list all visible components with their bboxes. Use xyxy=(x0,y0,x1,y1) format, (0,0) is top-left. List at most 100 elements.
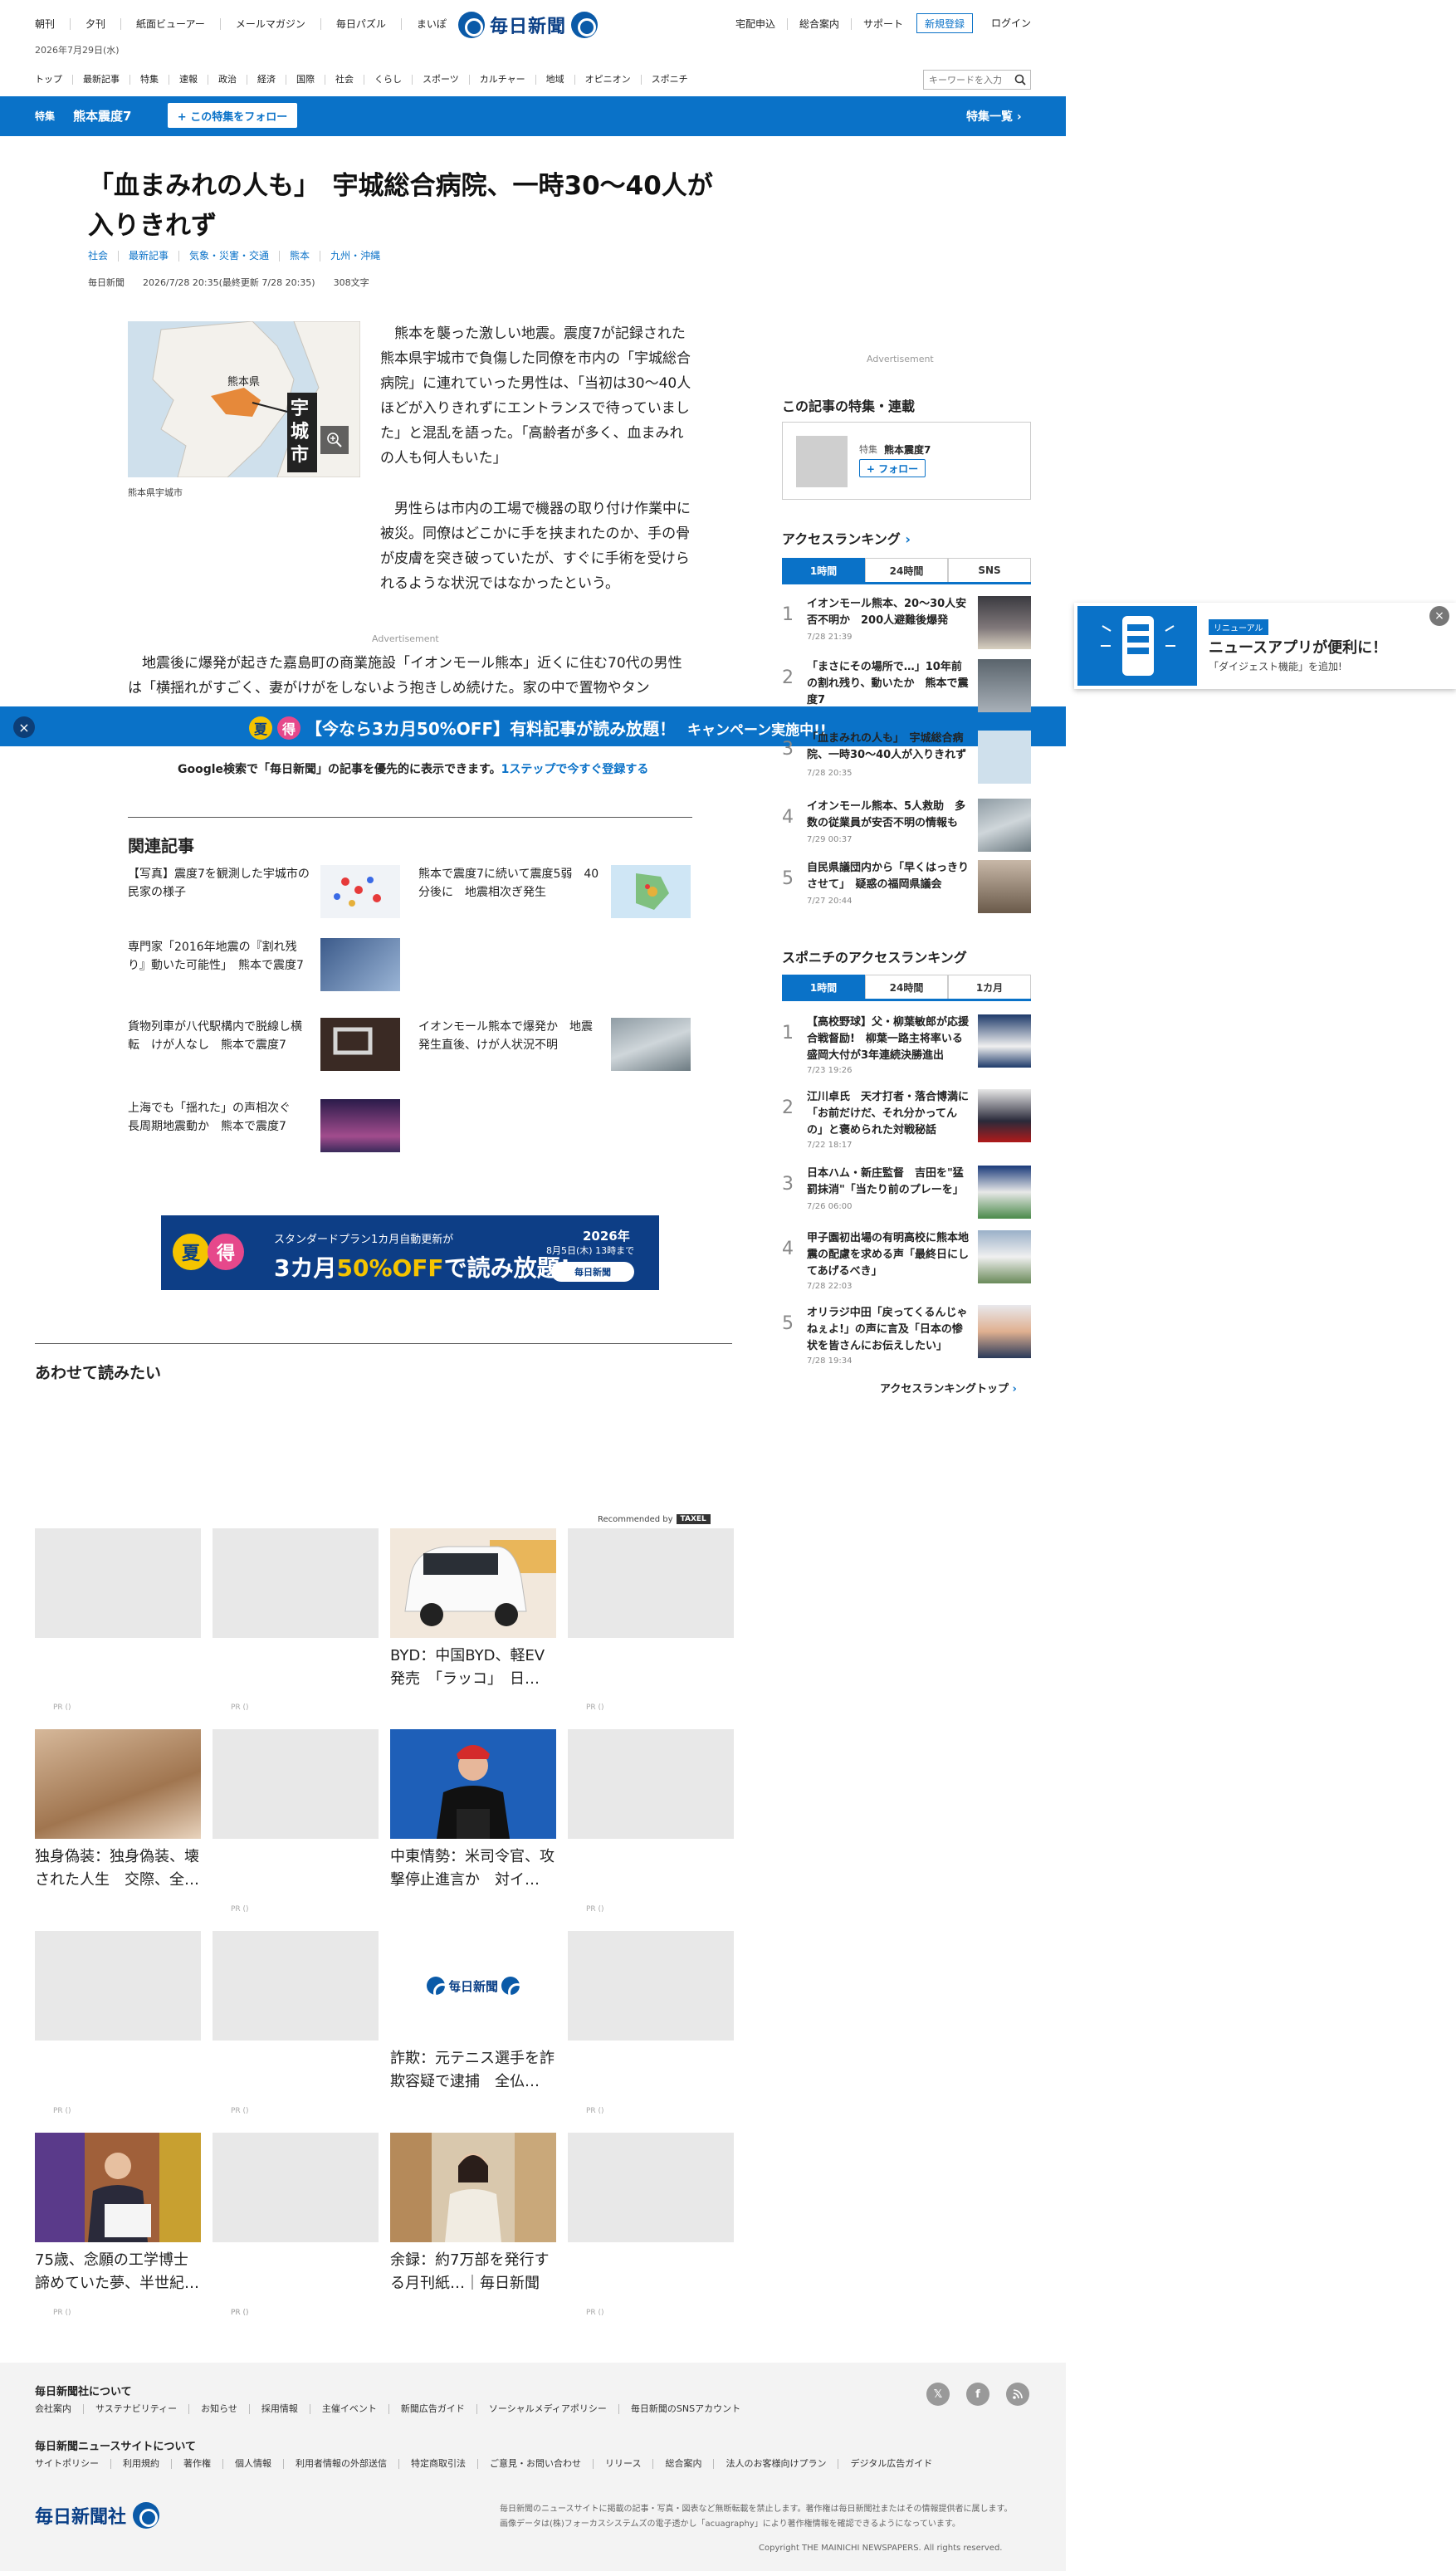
link-sogo[interactable]: 総合案内 xyxy=(787,18,851,30)
recommend-card[interactable]: 中東情勢：米司令官、攻撃停止進言か 対イ… xyxy=(390,1729,556,1892)
tab-sponichi-24h[interactable]: 24時間 xyxy=(865,975,948,999)
recommend-card[interactable] xyxy=(213,1729,379,1839)
nav-opinion[interactable]: オピニオン xyxy=(574,75,641,85)
recommend-card[interactable]: 毎日新聞 詐欺：元テニス選手を詐欺容疑で逮捕 全仏… xyxy=(390,1931,556,2094)
zoom-icon[interactable] xyxy=(320,426,349,454)
nav-top[interactable]: トップ xyxy=(35,75,72,85)
footer-link[interactable]: 新聞広告ガイド xyxy=(388,2404,476,2414)
footer-link[interactable]: 利用規約 xyxy=(110,2459,171,2469)
nav-international[interactable]: 国際 xyxy=(286,75,325,85)
footer-link[interactable]: 利用者情報の外部送信 xyxy=(283,2459,398,2469)
related-item[interactable]: 【写真】震度7を観測した宇城市の民家の様子 xyxy=(128,865,402,920)
recommend-card[interactable] xyxy=(213,1931,379,2041)
nav-breaking[interactable]: 速報 xyxy=(169,75,208,85)
related-item[interactable]: 専門家「2016年地震の『割れ残り』動いた可能性」 熊本で震度7 xyxy=(128,938,402,993)
feature-box-title[interactable]: 熊本震度7 xyxy=(884,442,931,457)
follow-feature-button[interactable]: + この特集をフォロー xyxy=(168,103,297,128)
footer-link[interactable]: サイトポリシー xyxy=(35,2459,110,2469)
recommend-card[interactable] xyxy=(568,1528,734,1638)
recommend-card[interactable]: 独身偽装：独身偽装、壊された人生 交際、全… xyxy=(35,1729,201,1892)
rss-icon[interactable] xyxy=(1006,2383,1029,2406)
x-icon[interactable]: 𝕏 xyxy=(926,2383,950,2406)
recommend-card[interactable]: BYD：中国BYD、軽EV発売 「ラッコ」 日… xyxy=(390,1528,556,1691)
recommend-card[interactable] xyxy=(568,1729,734,1839)
nav-sports[interactable]: スポーツ xyxy=(412,75,469,85)
top-link-viewer[interactable]: 紙面ビューアー xyxy=(120,18,220,30)
ranking-heading[interactable]: アクセスランキング › xyxy=(782,528,911,548)
related-item[interactable]: イオンモール熊本で爆発か 地震発生直後、けが人状況不明 xyxy=(418,1018,692,1073)
map-figure[interactable]: 熊本県 宇城市 xyxy=(128,321,360,477)
footer-link[interactable]: リリース xyxy=(593,2459,652,2469)
related-item[interactable]: 上海でも「揺れた」の声相次ぐ 長周期地震動か 熊本で震度7 xyxy=(128,1099,402,1154)
sponichi-item[interactable]: 2 江川卓氏 天才打者・落合博満に「お前だけだ、それ分かってんの」と褒められた対… xyxy=(782,1089,1031,1150)
footer-link[interactable]: 採用情報 xyxy=(248,2404,310,2414)
search-input[interactable] xyxy=(929,74,1012,86)
top-link-puzzle[interactable]: 毎日パズル xyxy=(320,18,401,30)
nav-politics[interactable]: 政治 xyxy=(208,75,247,85)
nav-society[interactable]: 社会 xyxy=(325,75,364,85)
feature-bar-title[interactable]: 熊本震度7 xyxy=(73,107,131,125)
recommend-card[interactable] xyxy=(213,1528,379,1638)
footer-link[interactable]: 著作権 xyxy=(171,2459,222,2469)
feature-list-link[interactable]: 特集一覧 › xyxy=(966,108,1022,125)
tag-society[interactable]: 社会 xyxy=(88,251,118,261)
tab-ranking-sns[interactable]: SNS xyxy=(948,558,1031,582)
login-link[interactable]: ログイン xyxy=(991,16,1031,30)
footer-link[interactable]: デジタル広告ガイド xyxy=(838,2459,944,2469)
feature-follow-button[interactable]: + フォロー xyxy=(859,459,926,477)
recommend-card[interactable] xyxy=(213,2133,379,2242)
tab-ranking-24h[interactable]: 24時間 xyxy=(865,558,948,582)
close-icon[interactable]: × xyxy=(1429,606,1449,626)
sponichi-item[interactable]: 1 【高校野球】父・柳葉敏郎が応援合戦督励! 柳葉一路主将率いる盛岡大付が3年連… xyxy=(782,1014,1031,1075)
tag-weather[interactable]: 気象・災害・交通 xyxy=(178,251,279,261)
nav-feature[interactable]: 特集 xyxy=(129,75,169,85)
top-link-mailmag[interactable]: メールマガジン xyxy=(219,18,320,30)
nav-life[interactable]: くらし xyxy=(364,75,412,85)
sponichi-item[interactable]: 4 甲子園初出場の有明高校に熊本地震の配慮を求める声「最終日にしてあげるべき」 … xyxy=(782,1230,1031,1291)
footer-link[interactable]: 特定商取引法 xyxy=(398,2459,477,2469)
ranking-item[interactable]: 5 自民県議団内から「早くはっきりさせて」 疑惑の福岡県議会 7/27 20:4… xyxy=(782,860,1031,916)
top-link-choukan[interactable]: 朝刊 xyxy=(35,18,70,30)
footer-link[interactable]: 総合案内 xyxy=(652,2459,713,2469)
ranking-item[interactable]: 3 「血まみれの人も」 宇城総合病院、一時30〜40人が入りきれず 7/28 2… xyxy=(782,731,1031,787)
recommend-card[interactable] xyxy=(568,2133,734,2242)
facebook-icon[interactable]: f xyxy=(966,2383,989,2406)
tab-sponichi-1m[interactable]: 1カ月 xyxy=(948,975,1031,999)
recommend-card[interactable] xyxy=(35,1528,201,1638)
link-support[interactable]: サポート xyxy=(851,18,915,30)
footer-link[interactable]: 法人のお客様向けプラン xyxy=(713,2459,838,2469)
link-takuhai[interactable]: 宅配申込 xyxy=(724,18,787,30)
sponichi-item[interactable]: 3 日本ハム・新庄監督 吉田を"猛罰抹消"「当たり前のプレーを」 7/26 06… xyxy=(782,1166,1031,1222)
nav-latest[interactable]: 最新記事 xyxy=(72,75,129,85)
sponichi-item[interactable]: 5 オリラジ中田「戻ってくるんじゃねぇよ!」の声に言及「日本の惨状を皆さんにお伝… xyxy=(782,1305,1031,1366)
tag-kumamoto[interactable]: 熊本 xyxy=(279,251,320,261)
top-link-maipo[interactable]: まいぽ xyxy=(400,18,462,30)
close-icon[interactable]: × xyxy=(13,716,35,738)
footer-link[interactable]: お知らせ xyxy=(188,2404,249,2414)
recommend-card[interactable]: 75歳、念願の工学博士 諦めていた夢、半世紀… xyxy=(35,2133,201,2295)
tag-kyushu[interactable]: 九州・沖縄 xyxy=(320,251,390,261)
ranking-item[interactable]: 2 「まさにその場所で…」10年前の割れ残り、動いたか 熊本で震度7 xyxy=(782,659,1031,716)
footer-link[interactable]: 毎日新聞のSNSアカウント xyxy=(618,2404,752,2414)
ranking-item[interactable]: 4 イオンモール熊本、5人救助 多数の従業員が安否不明の情報も 7/29 00:… xyxy=(782,799,1031,855)
nav-sponichi[interactable]: スポニチ xyxy=(640,75,698,85)
recommend-card[interactable] xyxy=(568,1931,734,2041)
footer-link[interactable]: ソーシャルメディアポリシー xyxy=(476,2404,618,2414)
tab-ranking-1h[interactable]: 1時間 xyxy=(782,558,865,582)
footer-link[interactable]: サステナビリティー xyxy=(83,2404,188,2414)
search-icon[interactable] xyxy=(1014,74,1026,86)
ranking-item[interactable]: 1 イオンモール熊本、20〜30人安否不明か 200人避難後爆発 7/28 21… xyxy=(782,596,1031,653)
footer-link[interactable]: 会社案内 xyxy=(35,2404,83,2414)
related-item[interactable]: 貨物列車が八代駅構内で脱線し横転 けが人なし 熊本で震度7 xyxy=(128,1018,402,1073)
feature-thumb[interactable] xyxy=(796,436,848,487)
tag-latest[interactable]: 最新記事 xyxy=(118,251,178,261)
top-link-yukan[interactable]: 夕刊 xyxy=(70,18,120,30)
app-promo-popup[interactable]: リニューアル ニュースアプリが便利に！ 「ダイジェスト機能」を追加! × xyxy=(1074,603,1456,689)
site-logo[interactable]: 毎日新聞 xyxy=(458,10,599,40)
recommend-card[interactable] xyxy=(35,1931,201,2041)
footer-link[interactable]: 個人情報 xyxy=(222,2459,283,2469)
recommend-card[interactable]: 余録：約7万部を発行する月刊紙…｜毎日新聞 xyxy=(390,2133,556,2295)
tab-sponichi-1h[interactable]: 1時間 xyxy=(782,975,865,999)
nav-region[interactable]: 地域 xyxy=(535,75,574,85)
nav-economy[interactable]: 経済 xyxy=(247,75,286,85)
